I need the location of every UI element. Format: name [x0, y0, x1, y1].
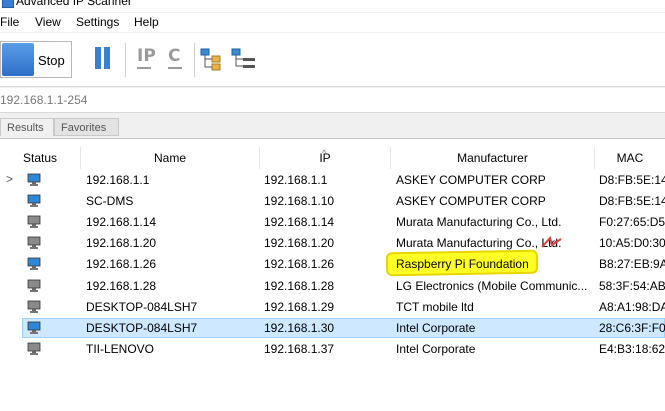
row-manufacturer: ASKEY COMPUTER CORP: [396, 194, 546, 209]
computer-status-icon: [27, 257, 41, 271]
computer-status-icon: [27, 321, 41, 334]
row-manufacturer: ASKEY COMPUTER CORP: [396, 173, 546, 187]
row-ip: 192.168.1.20: [264, 236, 335, 251]
computer-status-icon: [27, 342, 41, 355]
menu-help[interactable]: Help: [134, 15, 159, 30]
row-mac: B8:27:EB:9A:6: [599, 257, 665, 272]
annotation-mark: [541, 235, 562, 248]
row-name: 192.168.1.14: [86, 215, 157, 230]
row-manufacturer: TCT mobile ltd: [396, 299, 474, 314]
computer-status-icon: [27, 279, 41, 292]
app-icon: [2, 0, 14, 8]
stop-label: Stop: [38, 53, 65, 68]
row-ip: 192.168.1.1: [264, 173, 328, 187]
menu-settings[interactable]: Settings: [76, 15, 119, 30]
row-manufacturer: LG Electronics (Mobile Communic...: [396, 278, 588, 293]
computer-status-icon: [27, 194, 41, 208]
column-header-status[interactable]: Status: [0, 147, 81, 169]
c-tool-icon[interactable]: C: [168, 46, 182, 69]
stop-icon: [2, 43, 34, 76]
column-header-manufacturer[interactable]: Manufacturer: [391, 147, 595, 169]
sort-ascending-icon: ^: [322, 148, 327, 158]
tab-favorites[interactable]: Favorites: [54, 118, 119, 136]
computer-status-icon: [27, 215, 41, 229]
row-mac: D8:FB:5E:14:0: [599, 173, 665, 187]
table-row[interactable]: DESKTOP-084LSH7 192.168.1.29 TCT mobile lt…: [0, 297, 665, 318]
toolbar-separator: [125, 43, 126, 77]
table-row[interactable]: 192.168.1.26 192.168.1.26 Raspberry Pi Fou…: [0, 254, 665, 275]
computer-status-icon: [27, 236, 41, 250]
row-ip: 192.168.1.29: [264, 299, 335, 314]
row-expand-icon[interactable]: >: [6, 172, 13, 186]
row-manufacturer: Intel Corporate: [396, 341, 476, 356]
title-bar: Advanced IP Scanner: [0, 0, 665, 12]
toolbar: Stop IP C: [0, 33, 665, 87]
computer-status-icon: [27, 173, 41, 186]
row-manufacturer: Murata Manufacturing Co., Ltd.: [396, 215, 562, 230]
column-header-name[interactable]: Name: [81, 147, 260, 169]
row-mac: 58:3F:54:AB:E: [599, 278, 665, 293]
row-mac: E4:B3:18:62:D: [599, 341, 665, 356]
table-row[interactable]: 192.168.1.14 192.168.1.14 Murata Manufactu…: [0, 212, 665, 233]
row-ip: 192.168.1.26: [264, 257, 335, 272]
collapse-tree-icon[interactable]: [231, 46, 257, 72]
row-ip: 192.168.1.14: [264, 215, 335, 230]
computer-status-icon: [27, 300, 41, 313]
results-table[interactable]: Status Name IP ^ Manufacturer MAC >192.1…: [0, 138, 665, 411]
row-ip: 192.168.1.10: [264, 194, 335, 209]
row-manufacturer: Raspberry Pi Foundation: [396, 257, 529, 272]
row-name: DESKTOP-084LSH7: [86, 299, 198, 314]
tab-results[interactable]: Results: [0, 118, 54, 136]
expand-tree-icon[interactable]: [200, 46, 226, 72]
row-ip: 192.168.1.30: [264, 320, 335, 335]
table-row[interactable]: SC-DMS 192.168.1.10 ASKEY COMPUTER CORP D8:…: [0, 191, 665, 212]
table-row[interactable]: 192.168.1.20 192.168.1.20 Murata Manufactu…: [0, 233, 665, 254]
row-mac: A8:A1:98:DA:: [599, 299, 665, 314]
menu-view[interactable]: View: [35, 15, 61, 30]
pause-icon[interactable]: [93, 47, 113, 69]
row-mac: D8:FB:5E:14:0: [599, 194, 665, 209]
row-name: 192.168.1.26: [86, 257, 157, 272]
table-row[interactable]: DESKTOP-084LSH7 192.168.1.30 Intel Corpora…: [0, 317, 665, 339]
c-tool-label: C: [168, 46, 181, 66]
row-name: DESKTOP-084LSH7: [86, 320, 198, 335]
row-name: 192.168.1.1: [86, 173, 150, 187]
column-header-mac[interactable]: MAC: [595, 147, 665, 169]
row-mac: 10:A5:D0:30:B: [599, 236, 665, 251]
menu-bar: File View Settings Help: [0, 13, 665, 32]
row-mac: 28:C6:3F:F0:D: [599, 320, 665, 335]
row-mac: F0:27:65:D5:9: [599, 215, 665, 230]
row-manufacturer: Intel Corporate: [396, 320, 476, 335]
tab-strip: Results Favorites: [0, 116, 665, 138]
table-row[interactable]: >192.168.1.1 192.168.1.1 ASKEY COMPUTER CO…: [0, 170, 665, 191]
toolbar-separator: [194, 43, 195, 77]
stop-button[interactable]: Stop: [0, 41, 72, 78]
ip-range-value: 192.168.1.1-254: [0, 93, 88, 107]
window-title: Advanced IP Scanner: [16, 0, 132, 8]
row-name: SC-DMS: [86, 194, 134, 209]
table-row[interactable]: 192.168.1.28 192.168.1.28 LG Electronics (…: [0, 276, 665, 297]
row-ip: 192.168.1.37: [264, 341, 335, 356]
ip-tool-label: IP: [137, 46, 156, 66]
row-name: 192.168.1.28: [86, 278, 157, 293]
row-name: 192.168.1.20: [86, 236, 157, 251]
table-header: Status Name IP ^ Manufacturer MAC: [0, 147, 665, 169]
row-ip: 192.168.1.28: [264, 278, 335, 293]
ip-tool-icon[interactable]: IP: [137, 46, 156, 69]
menu-file[interactable]: File: [0, 15, 19, 30]
row-name: TII-LENOVO: [86, 341, 155, 356]
ip-range-input[interactable]: 192.168.1.1-254: [0, 88, 665, 113]
table-row[interactable]: TII-LENOVO 192.168.1.37 Intel Corporate E4:…: [0, 339, 665, 360]
